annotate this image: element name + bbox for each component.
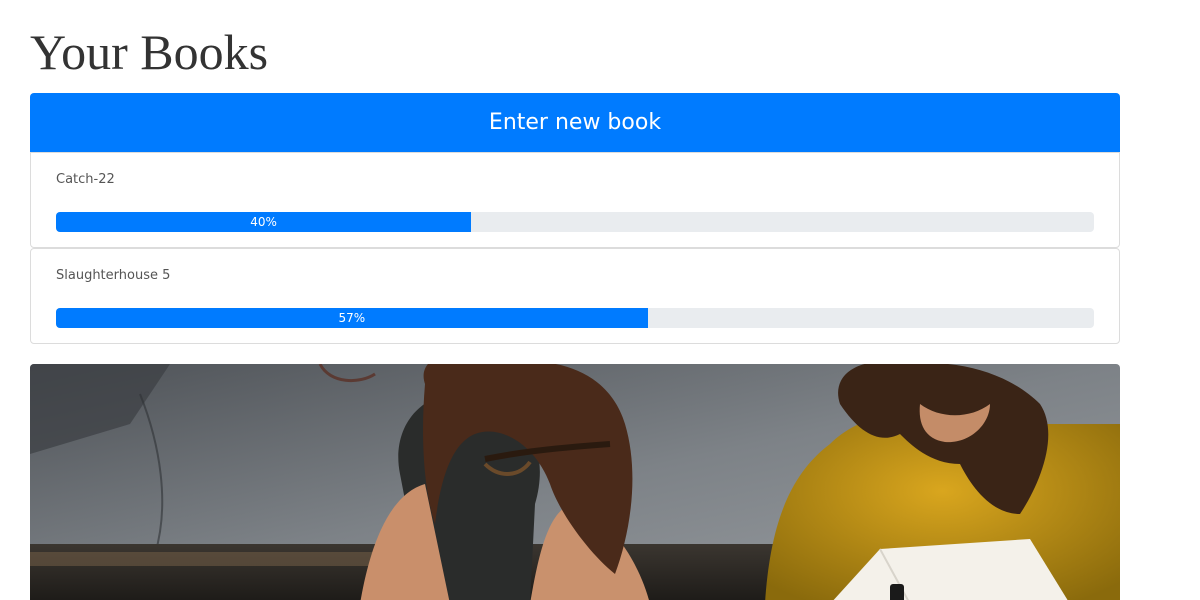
book-title: Catch-22	[56, 172, 115, 187]
reading-progress-bar: 40%	[56, 212, 1094, 232]
enter-new-book-button[interactable]: Enter new book	[30, 93, 1120, 152]
reading-students-photo	[30, 364, 1120, 600]
reading-progress-fill: 57%	[56, 308, 648, 328]
book-card-slaughterhouse-5[interactable]: Slaughterhouse 5 57%	[30, 248, 1120, 344]
book-title: Slaughterhouse 5	[56, 268, 171, 283]
reading-progress-bar: 57%	[56, 308, 1094, 328]
reading-progress-fill: 40%	[56, 212, 472, 232]
page-title: Your Books	[30, 24, 269, 80]
book-card-catch-22[interactable]: Catch-22 40%	[30, 152, 1120, 248]
